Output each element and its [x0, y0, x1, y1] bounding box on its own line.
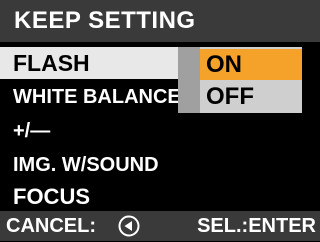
menu-item-label: +/—	[13, 120, 51, 142]
menu-item-white-balance[interactable]: WHITE BALANCE	[0, 81, 181, 113]
submenu-option-label: ON	[206, 51, 242, 78]
page-title: KEEP SETTING	[14, 7, 196, 34]
menu-item-label: FLASH	[13, 50, 90, 76]
submenu-panel: ON OFF	[178, 47, 302, 113]
menu-item-exposure-compensation[interactable]: +/—	[0, 115, 178, 147]
menu-item-label: WHITE BALANCE	[13, 86, 181, 108]
submenu-option-off[interactable]: OFF	[200, 81, 302, 112]
submenu-side-bar	[178, 47, 200, 113]
menu-item-focus[interactable]: FOCUS	[0, 181, 178, 213]
footer-bar: CANCEL: SEL.:ENTER	[0, 211, 320, 241]
menu-item-label: FOCUS	[13, 184, 90, 209]
select-enter-hint: SEL.:ENTER	[197, 215, 316, 237]
menu-item-flash[interactable]: FLASH	[0, 47, 178, 79]
submenu-option-on[interactable]: ON	[200, 49, 302, 80]
menu-item-label: IMG. W/SOUND	[13, 154, 159, 176]
left-arrow-icon	[118, 215, 140, 237]
menu-item-img-w-sound[interactable]: IMG. W/SOUND	[0, 149, 178, 181]
cancel-hint: CANCEL:	[6, 215, 96, 237]
header-bar: KEEP SETTING	[0, 0, 320, 42]
submenu-option-label: OFF	[206, 83, 254, 110]
